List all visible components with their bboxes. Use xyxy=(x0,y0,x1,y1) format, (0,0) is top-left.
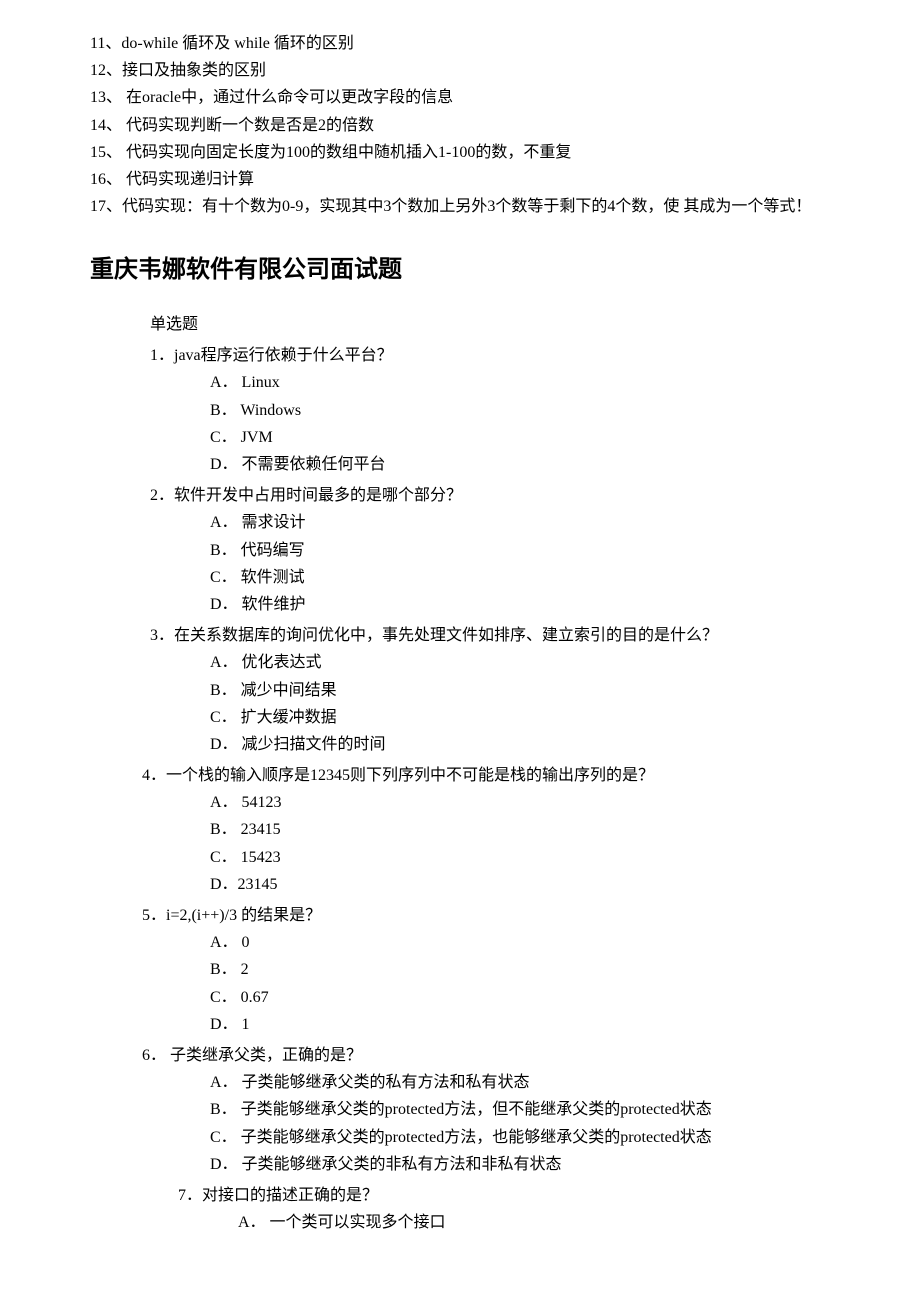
question-option: A． 0 xyxy=(90,929,830,956)
question-text: 6． 子类继承父类，正确的是？ xyxy=(90,1042,830,1069)
question-option: C． 0.67 xyxy=(90,984,830,1011)
question-option: C． JVM xyxy=(90,424,830,451)
question-block: 3．在关系数据库的询问优化中，事先处理文件如排序、建立索引的目的是什么？ A． … xyxy=(90,622,830,758)
question-option: D． 1 xyxy=(90,1011,830,1038)
question-text: 2．软件开发中占用时间最多的是哪个部分？ xyxy=(90,482,830,509)
question-option: B． 子类能够继承父类的protected方法，但不能继承父类的protecte… xyxy=(90,1096,830,1123)
top-list-item: 16、 代码实现递归计算 xyxy=(90,166,830,193)
top-list-item: 14、 代码实现判断一个数是否是2的倍数 xyxy=(90,112,830,139)
question-option: B． 代码编写 xyxy=(90,537,830,564)
question-option: D． 减少扫描文件的时间 xyxy=(90,731,830,758)
question-option: D． 软件维护 xyxy=(90,591,830,618)
question-option: A． 一个类可以实现多个接口 xyxy=(90,1209,830,1236)
question-option: C． 软件测试 xyxy=(90,564,830,591)
section-title: 重庆韦娜软件有限公司面试题 xyxy=(90,250,830,291)
question-block: 5．i=2,(i++)/3 的结果是？ A． 0 B． 2 C． 0.67 D．… xyxy=(90,902,830,1038)
question-text: 3．在关系数据库的询问优化中，事先处理文件如排序、建立索引的目的是什么？ xyxy=(90,622,830,649)
top-list-item: 12、接口及抽象类的区别 xyxy=(90,57,830,84)
question-option: B． 2 xyxy=(90,956,830,983)
question-block: 1．java程序运行依赖于什么平台？ A． Linux B． Windows C… xyxy=(90,342,830,478)
question-text: 5．i=2,(i++)/3 的结果是？ xyxy=(90,902,830,929)
top-list-item: 11、do-while 循环及 while 循环的区别 xyxy=(90,30,830,57)
question-option: C． 15423 xyxy=(90,844,830,871)
top-list-item: 13、 在oracle中，通过什么命令可以更改字段的信息 xyxy=(90,84,830,111)
question-text: 7．对接口的描述正确的是？ xyxy=(90,1182,830,1209)
document-page: 11、do-while 循环及 while 循环的区别 12、接口及抽象类的区别… xyxy=(0,0,920,1296)
question-option: A． 子类能够继承父类的私有方法和私有状态 xyxy=(90,1069,830,1096)
question-block: 7．对接口的描述正确的是？ A． 一个类可以实现多个接口 xyxy=(90,1182,830,1236)
question-option: D．23145 xyxy=(90,871,830,898)
question-option: D． 不需要依赖任何平台 xyxy=(90,451,830,478)
question-option: D． 子类能够继承父类的非私有方法和非私有状态 xyxy=(90,1151,830,1178)
top-question-list: 11、do-while 循环及 while 循环的区别 12、接口及抽象类的区别… xyxy=(90,30,830,220)
question-option: A． 需求设计 xyxy=(90,509,830,536)
question-block: 6． 子类继承父类，正确的是？ A． 子类能够继承父类的私有方法和私有状态 B．… xyxy=(90,1042,830,1178)
section-label: 单选题 xyxy=(90,311,830,338)
question-block: 2．软件开发中占用时间最多的是哪个部分？ A． 需求设计 B． 代码编写 C． … xyxy=(90,482,830,618)
question-option: B． Windows xyxy=(90,397,830,424)
question-option: A． 优化表达式 xyxy=(90,649,830,676)
question-option: A． 54123 xyxy=(90,789,830,816)
top-list-item: 17、代码实现：有十个数为0-9，实现其中3个数加上另外3个数等于剩下的4个数，… xyxy=(90,193,830,220)
question-option: B． 23415 xyxy=(90,816,830,843)
question-text: 4．一个栈的输入顺序是12345则下列序列中不可能是栈的输出序列的是？ xyxy=(90,762,830,789)
top-list-item: 15、 代码实现向固定长度为100的数组中随机插入1-100的数，不重复 xyxy=(90,139,830,166)
question-option: B． 减少中间结果 xyxy=(90,677,830,704)
question-text: 1．java程序运行依赖于什么平台？ xyxy=(90,342,830,369)
question-block: 4．一个栈的输入顺序是12345则下列序列中不可能是栈的输出序列的是？ A． 5… xyxy=(90,762,830,898)
question-option: C． 子类能够继承父类的protected方法，也能够继承父类的protecte… xyxy=(90,1124,830,1151)
question-option: A． Linux xyxy=(90,369,830,396)
question-option: C． 扩大缓冲数据 xyxy=(90,704,830,731)
